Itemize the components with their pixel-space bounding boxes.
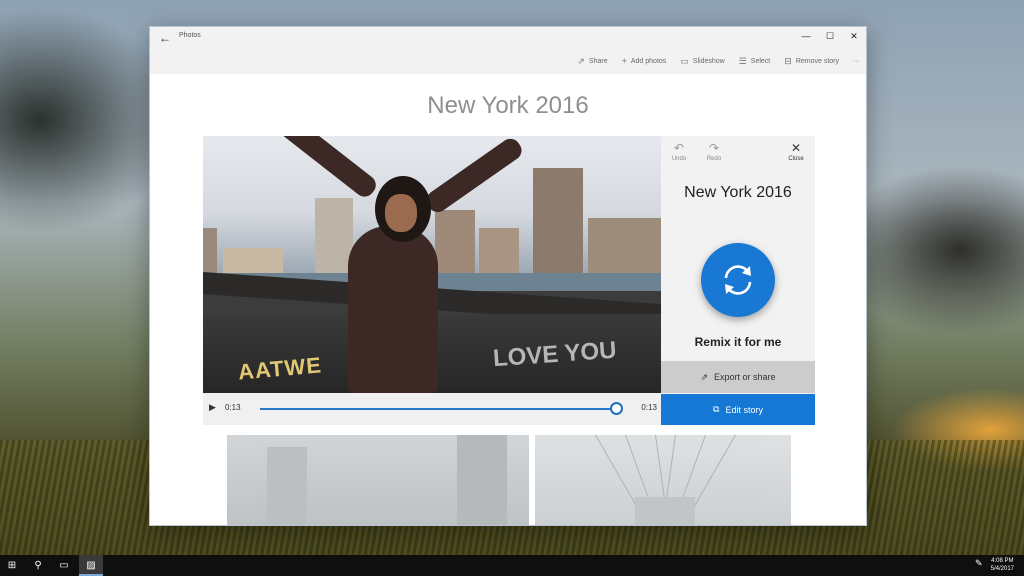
remove-story-label: Remove story — [795, 57, 839, 65]
play-icon[interactable]: ▶ — [209, 402, 216, 413]
edit-story-label: Edit story — [725, 404, 763, 415]
select-label: Select — [750, 57, 771, 65]
page-title: New York 2016 — [427, 92, 589, 119]
close-icon: ✕ — [790, 141, 802, 155]
slideshow-button[interactable]: ▭ Slideshow — [680, 55, 725, 66]
more-icon: ··· — [853, 57, 860, 65]
redo-button[interactable]: ↷ Redo — [699, 141, 729, 162]
remove-story-icon: ⊟ — [784, 55, 792, 66]
bridge-tower — [635, 497, 695, 525]
remix-label: Remix it for me — [694, 335, 782, 349]
window-controls: — ☐ ✕ — [794, 27, 866, 47]
taskbar: ⊞ ⚲ ▭ ▨ ✎ 4:08 PM 5/4/2017 — [0, 555, 1024, 576]
slideshow-label: Slideshow — [692, 57, 725, 65]
story-content: New York 2016 AATWE LOVE YOU ▶ 0:13 0:13… — [150, 74, 866, 525]
edit-story-button[interactable]: ⧉ Edit story — [661, 394, 815, 425]
person-arm-left — [263, 136, 380, 201]
minimize-button[interactable]: — — [794, 27, 818, 45]
seek-thumb[interactable] — [609, 402, 623, 415]
more-options-button[interactable]: ··· — [853, 58, 860, 65]
tower-shape — [267, 447, 307, 525]
close-panel-button[interactable]: ✕ Close — [781, 141, 811, 162]
undo-label: Undo — [671, 156, 687, 162]
plus-icon: + — [621, 55, 627, 66]
remove-story-button[interactable]: ⊟ Remove story — [784, 55, 839, 66]
seek-track[interactable] — [260, 408, 616, 410]
redo-icon: ↷ — [708, 141, 720, 155]
story-side-panel: ↶ Undo ↷ Redo ✕ Close New York 2016 Remi… — [661, 136, 815, 425]
maximize-button[interactable]: ☐ — [818, 27, 842, 45]
clock[interactable]: 4:08 PM 5/4/2017 — [991, 557, 1014, 573]
person-face — [385, 194, 417, 232]
command-bar: ⇗ Share + Add photos ▭ Slideshow ☰ Selec… — [577, 54, 860, 68]
title-bar: ← Photos — ☐ ✕ ⇗ Share + Add photos ▭ Sl… — [150, 27, 866, 74]
photos-app-icon[interactable]: ▨ — [79, 555, 103, 576]
app-title: Photos — [179, 32, 201, 39]
bridge-cable — [689, 434, 736, 515]
task-view-icon[interactable]: ▭ — [52, 555, 76, 576]
search-icon[interactable]: ⚲ — [26, 555, 50, 576]
person-arm-right — [422, 136, 526, 217]
undo-button[interactable]: ↶ Undo — [664, 141, 694, 162]
export-share-button[interactable]: ⇗ Export or share — [661, 361, 815, 393]
export-icon: ⇗ — [700, 371, 708, 382]
select-button[interactable]: ☰ Select — [738, 55, 771, 66]
edit-story-icon: ⧉ — [713, 404, 720, 414]
photos-window: ← Photos — ☐ ✕ ⇗ Share + Add photos ▭ Sl… — [149, 26, 867, 526]
redo-label: Redo — [706, 156, 722, 162]
remix-button[interactable] — [701, 243, 775, 317]
add-photos-label: Add photos — [630, 57, 667, 65]
slideshow-icon: ▭ — [680, 55, 689, 66]
story-photo-thumbnail[interactable] — [227, 435, 529, 525]
pen-icon[interactable]: ✎ — [975, 558, 983, 569]
building — [533, 168, 583, 288]
select-icon: ☰ — [738, 55, 747, 66]
clock-date: 5/4/2017 — [990, 566, 1014, 572]
tower-shape — [457, 435, 507, 525]
story-title: New York 2016 — [684, 184, 792, 201]
playback-bar: ▶ 0:13 0:13 — [203, 393, 661, 425]
story-photo-thumbnail[interactable] — [535, 434, 791, 525]
close-window-button[interactable]: ✕ — [842, 27, 866, 45]
add-photos-button[interactable]: + Add photos — [621, 55, 667, 66]
share-label: Share — [588, 57, 608, 65]
person-body — [348, 226, 438, 393]
clock-time: 4:08 PM — [991, 558, 1014, 564]
close-label: Close — [788, 156, 804, 162]
undo-icon: ↶ — [673, 141, 685, 155]
share-icon: ⇗ — [577, 55, 585, 66]
story-video-preview[interactable]: AATWE LOVE YOU — [203, 136, 661, 393]
total-time: 0:13 — [641, 403, 657, 412]
back-arrow-icon[interactable]: ← — [156, 29, 174, 47]
windows-start-icon[interactable]: ⊞ — [0, 555, 24, 576]
refresh-icon — [724, 265, 752, 295]
share-button[interactable]: ⇗ Share — [577, 55, 608, 66]
current-time: 0:13 — [225, 403, 241, 412]
export-label: Export or share — [714, 372, 776, 382]
